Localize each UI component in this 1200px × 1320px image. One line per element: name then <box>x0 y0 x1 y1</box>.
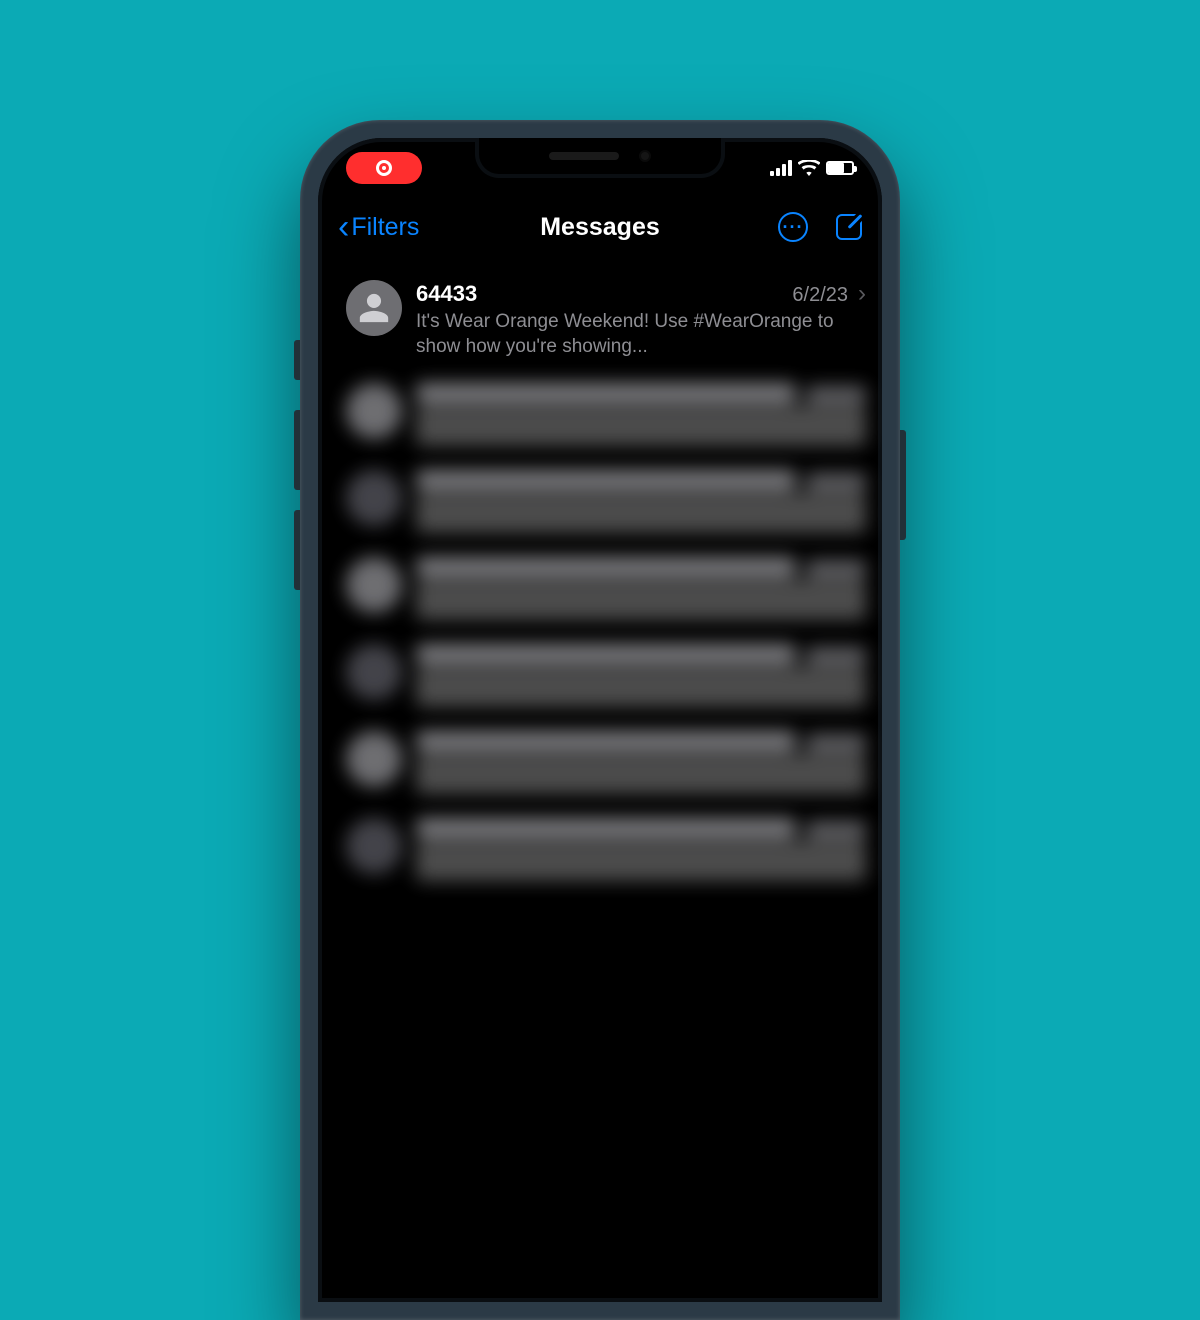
message-preview: It's Wear Orange Weekend! Use #WearOrang… <box>416 310 866 359</box>
sender-name: XXXX XXXXXX <box>416 644 796 664</box>
wifi-icon <box>798 160 820 176</box>
avatar <box>346 731 402 787</box>
conversation-date: XXXX <box>806 821 866 839</box>
chevron-left-icon: ‹ <box>338 210 349 244</box>
avatar <box>346 470 402 526</box>
sender-name: XXXX XXXXXXX, XXXX & XXXXXX... <box>416 557 796 577</box>
avatar <box>346 644 402 700</box>
person-icon <box>357 291 391 325</box>
sender-name: XXXX <box>416 731 796 751</box>
conversation-list[interactable]: 64433 6/2/23 › It's Wear Orange Weekend!… <box>318 268 882 1302</box>
notch <box>475 138 725 178</box>
back-button[interactable]: ‹ Filters <box>338 210 419 244</box>
avatar <box>346 557 402 613</box>
conversation-date: XXXX <box>806 560 866 578</box>
screen-recording-indicator[interactable] <box>346 152 422 184</box>
message-preview: xxxxx xx xxx xxxx xxxx xxxxxxxxx <box>416 754 866 794</box>
battery-icon <box>826 161 854 175</box>
conversation-row-blurred[interactable]: XXXX XXXXXX XXXX xxxxxxxx xxxxx x xxxx xx … <box>318 632 882 719</box>
conversation-date: 6/2/23 <box>792 284 848 307</box>
back-label: Filters <box>351 213 419 242</box>
front-camera <box>639 150 651 162</box>
conversation-row-blurred[interactable]: XXXXXXXXXxxxxxxxx xxxxxxxxxx xxxxxxxxxxx… <box>318 371 882 458</box>
sender-name: 64433 <box>416 281 782 307</box>
avatar <box>346 383 402 439</box>
sender-name: XXXXX <box>416 383 796 403</box>
power-button <box>900 430 906 540</box>
navigation-bar: ‹ Filters Messages ··· <box>318 198 882 256</box>
message-preview: xxxx xx 😊 xxx xxxxx xxxxxx. xxxx xxx xxx… <box>416 493 866 533</box>
message-preview: xxx xxxx, xx x xxxxxxxx. xxxx xxx x xxxx… <box>416 841 866 881</box>
sender-name: XX XXXX XXX-XXXX <box>416 470 796 490</box>
conversation-row-blurred[interactable]: XXXX XXXXXXX, XXXX & XXXXXX... XXXX xxxx x… <box>318 545 882 632</box>
message-preview: xxxxxxxx xxxxx x xxxx xx xxxx xxxxxxxx x… <box>416 667 866 707</box>
conversation-date: XXXX <box>806 386 866 404</box>
compose-button[interactable] <box>836 214 862 240</box>
record-icon <box>376 160 392 176</box>
conversation-row-blurred[interactable]: XX XXXX XXX-XXXX XXXX xxx xxxx, xx x xxxxx… <box>318 806 882 893</box>
volume-down-button <box>294 510 300 590</box>
ringer-switch <box>294 340 300 380</box>
conversation-date: XXXX <box>806 473 866 491</box>
conversation-row[interactable]: 64433 6/2/23 › It's Wear Orange Weekend!… <box>318 268 882 371</box>
cellular-signal-icon <box>770 160 792 176</box>
phone-frame: ‹ Filters Messages ··· 64433 6/2/23 › <box>300 120 900 1320</box>
screen: ‹ Filters Messages ··· 64433 6/2/23 › <box>318 138 882 1302</box>
conversation-date: XXXX <box>806 734 866 752</box>
avatar <box>346 280 402 336</box>
chevron-right-icon: › <box>858 280 866 308</box>
avatar <box>346 818 402 874</box>
volume-up-button <box>294 410 300 490</box>
speaker-grill <box>549 152 619 160</box>
conversation-row-blurred[interactable]: XX XXXX XXX-XXXX XXXX xxxx xx 😊 xxx xxxxx … <box>318 458 882 545</box>
conversation-date: XXXX <box>806 647 866 665</box>
conversation-row-blurred[interactable]: XXXX XXXX xxxxx xx xxx xxxx xxxx xxxxxxxxx <box>318 719 882 806</box>
message-preview: xxxxxxxx xxxxxxxxxx xxxxxxxxxxxx xxxxx <box>416 406 866 446</box>
more-options-icon[interactable]: ··· <box>778 212 808 242</box>
sender-name: XX XXXX XXX-XXXX <box>416 818 796 838</box>
message-preview: xxxx xx xxx xxxx xx xxxxx xxxxx xxxxx, x… <box>416 580 866 620</box>
